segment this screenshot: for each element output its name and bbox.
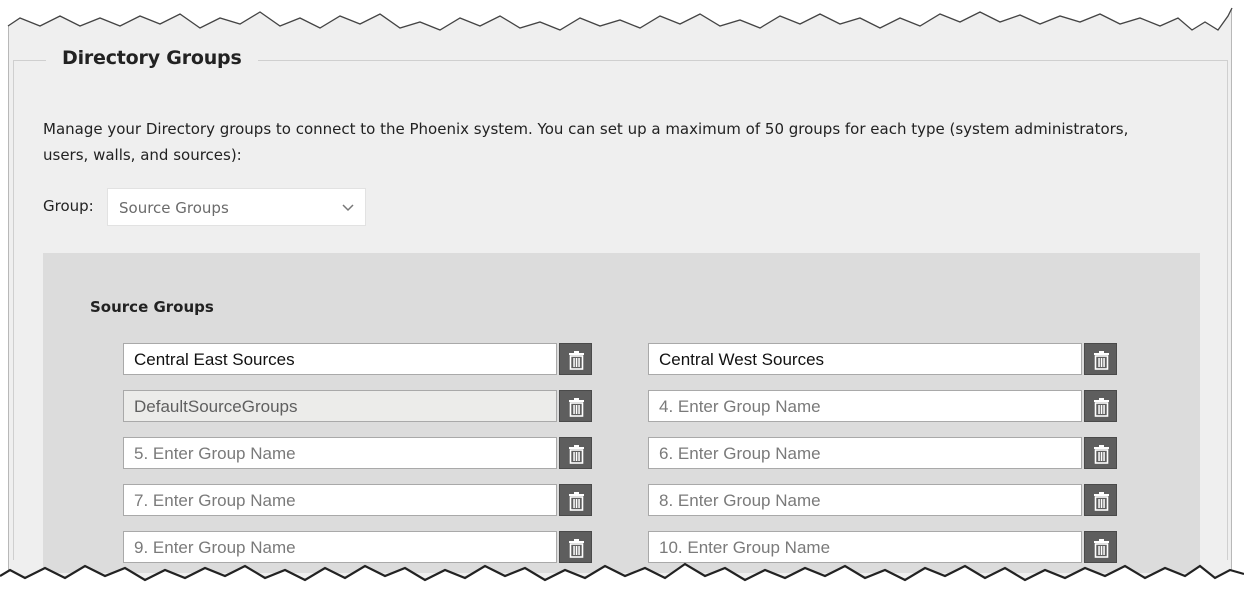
group-name-field[interactable]: 8. Enter Group Name <box>648 484 1082 516</box>
group-select[interactable]: Source Groups <box>107 188 366 226</box>
fieldset-border-top-right <box>258 60 1228 61</box>
group-name-field: DefaultSourceGroups <box>123 390 557 422</box>
group-name-field[interactable]: 6. Enter Group Name <box>648 437 1082 469</box>
fieldset-border-right <box>1227 60 1228 560</box>
torn-edge-bottom <box>0 562 1244 600</box>
trash-icon <box>1094 492 1109 511</box>
source-groups-title: Source Groups <box>90 298 214 316</box>
trash-icon <box>569 351 584 370</box>
group-select-value: Source Groups <box>119 199 229 217</box>
trash-icon <box>1094 351 1109 370</box>
trash-icon <box>569 398 584 417</box>
trash-icon <box>1094 445 1109 464</box>
torn-edge-top <box>0 0 1244 31</box>
delete-group-button[interactable] <box>559 484 592 516</box>
group-name-field[interactable]: 5. Enter Group Name <box>123 437 557 469</box>
section-description: Manage your Directory groups to connect … <box>43 120 1129 164</box>
delete-group-button[interactable] <box>1084 437 1117 469</box>
delete-group-button[interactable] <box>1084 390 1117 422</box>
group-name-field[interactable]: Central East Sources <box>123 343 557 375</box>
section-title: Directory Groups <box>62 47 242 69</box>
group-name-field[interactable]: 4. Enter Group Name <box>648 390 1082 422</box>
delete-group-button[interactable] <box>1084 484 1117 516</box>
delete-group-button[interactable] <box>1084 343 1117 375</box>
trash-icon <box>569 445 584 464</box>
fieldset-border-left <box>13 60 14 560</box>
fieldset-border-top-left <box>13 60 46 61</box>
delete-group-button[interactable] <box>559 390 592 422</box>
delete-group-button[interactable] <box>559 343 592 375</box>
delete-group-button[interactable] <box>559 437 592 469</box>
chevron-down-icon <box>342 204 354 212</box>
group-name-field[interactable]: Central West Sources <box>648 343 1082 375</box>
group-select-label: Group: <box>43 197 94 215</box>
trash-icon <box>569 492 584 511</box>
trash-icon <box>1094 398 1109 417</box>
group-name-field[interactable]: 7. Enter Group Name <box>123 484 557 516</box>
